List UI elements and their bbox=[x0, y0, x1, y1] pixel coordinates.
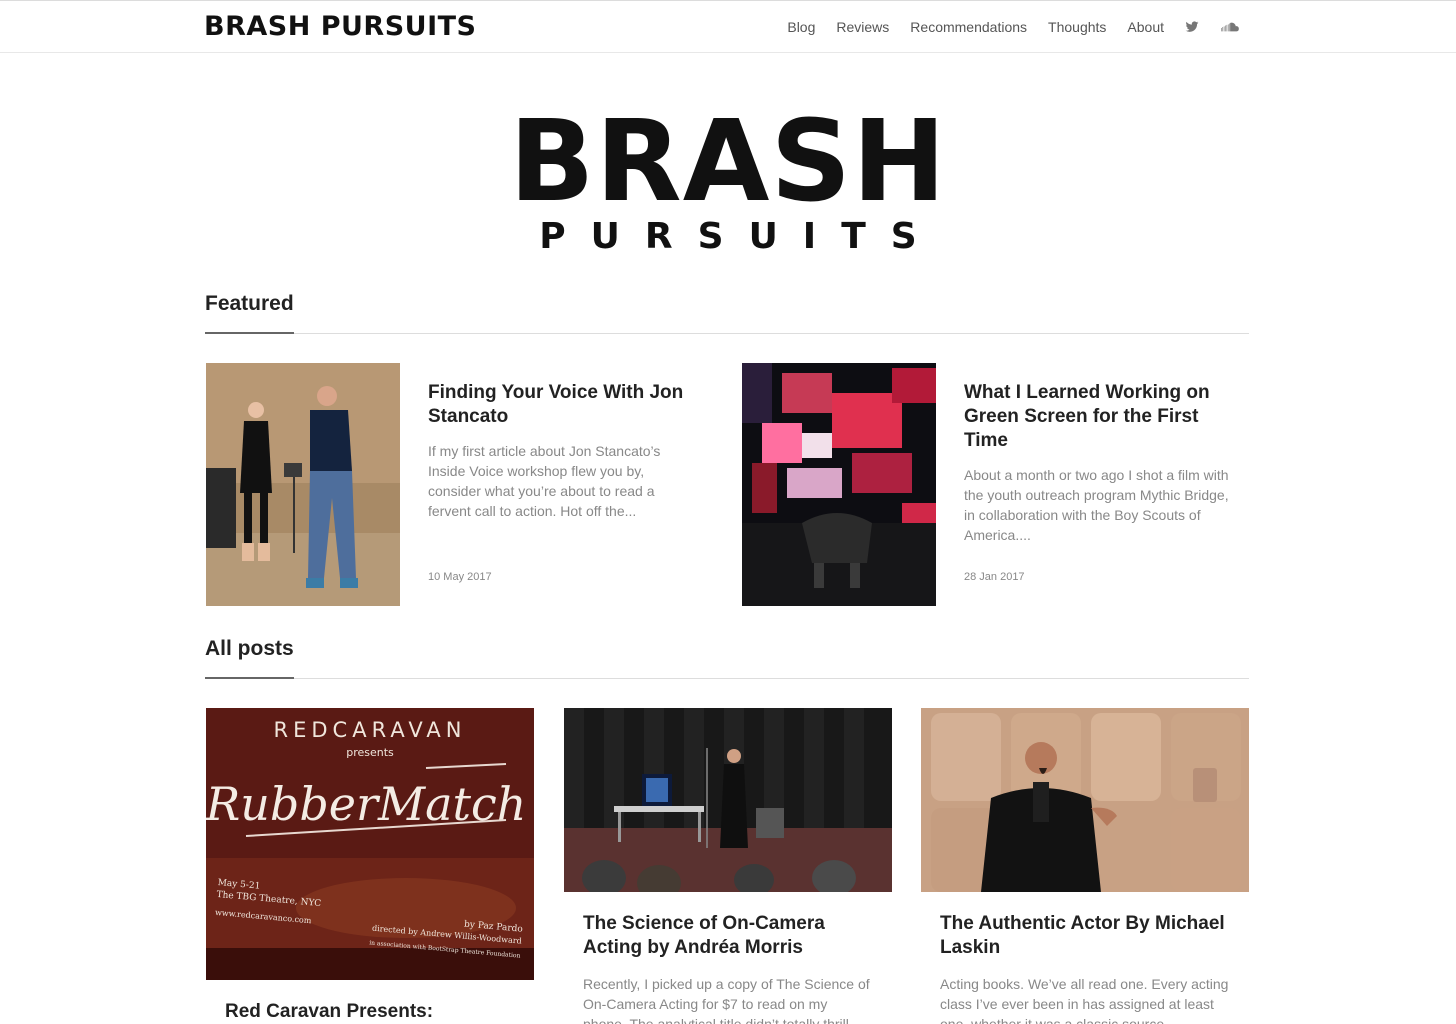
nav-item-reviews[interactable]: Reviews bbox=[836, 19, 889, 35]
featured-post-date: 10 May 2017 bbox=[428, 571, 492, 583]
featured-post-title[interactable]: What I Learned Working on Green Screen f… bbox=[964, 381, 1234, 453]
post-image[interactable]: REDCARAVAN presents RubberMatch May 5-21… bbox=[206, 708, 534, 980]
post-body: The Authentic Actor By Michael Laskin Ac… bbox=[921, 892, 1249, 1024]
nav-item-blog[interactable]: Blog bbox=[787, 19, 815, 35]
featured-post-card[interactable]: Finding Your Voice With Jon Stancato If … bbox=[206, 363, 706, 606]
main-nav: Blog Reviews Recommendations Thoughts Ab… bbox=[787, 1, 1240, 53]
post-body: Red Caravan Presents: bbox=[206, 980, 534, 1024]
brand-logo-link[interactable]: BRASH PURSUITS bbox=[204, 11, 477, 42]
featured-post-date: 28 Jan 2017 bbox=[964, 571, 1025, 583]
post-card[interactable]: The Science of On-Camera Acting by André… bbox=[564, 708, 892, 1024]
post-excerpt: Acting books. We’ve all read one. Every … bbox=[940, 976, 1229, 1024]
featured-post-excerpt: About a month or two ago I shot a film w… bbox=[964, 467, 1229, 543]
featured-post-image[interactable] bbox=[742, 363, 936, 606]
nav-item-about[interactable]: About bbox=[1127, 19, 1164, 35]
featured-heading: Featured bbox=[205, 292, 294, 334]
post-body: The Science of On-Camera Acting by André… bbox=[564, 892, 892, 1024]
poster-company: REDCARAVAN bbox=[274, 718, 467, 742]
poster-presents: presents bbox=[346, 746, 394, 759]
top-navbar: BRASH PURSUITS Blog Reviews Recommendati… bbox=[0, 0, 1456, 53]
post-title[interactable]: The Authentic Actor By Michael Laskin bbox=[940, 912, 1230, 960]
featured-post-title[interactable]: Finding Your Voice With Jon Stancato bbox=[428, 381, 698, 429]
post-card[interactable]: REDCARAVAN presents RubberMatch May 5-21… bbox=[206, 708, 534, 1024]
all-posts-heading-row: All posts bbox=[205, 637, 1249, 679]
post-card[interactable]: The Authentic Actor By Michael Laskin Ac… bbox=[921, 708, 1249, 1024]
soundcloud-icon[interactable] bbox=[1220, 20, 1240, 34]
twitter-icon[interactable] bbox=[1185, 20, 1199, 34]
all-posts-heading: All posts bbox=[205, 637, 294, 679]
featured-heading-row: Featured bbox=[205, 292, 1249, 334]
featured-post-card[interactable]: What I Learned Working on Green Screen f… bbox=[742, 363, 1242, 606]
post-image[interactable] bbox=[921, 708, 1249, 892]
nav-item-recommendations[interactable]: Recommendations bbox=[910, 19, 1027, 35]
hero-logo-title: BRASH bbox=[509, 97, 947, 227]
post-title[interactable]: The Science of On-Camera Acting by André… bbox=[583, 912, 873, 960]
post-title[interactable]: Red Caravan Presents: bbox=[225, 1000, 515, 1024]
hero-logo: BRASH PURSUITS bbox=[0, 97, 1456, 257]
featured-post-image[interactable] bbox=[206, 363, 400, 606]
nav-item-thoughts[interactable]: Thoughts bbox=[1048, 19, 1106, 35]
featured-post-excerpt: If my first article about Jon Stancato’s… bbox=[428, 443, 661, 519]
featured-post-body: What I Learned Working on Green Screen f… bbox=[964, 381, 1234, 545]
hero-logo-subtitle: PURSUITS bbox=[539, 216, 942, 257]
post-image[interactable] bbox=[564, 708, 892, 892]
poster-show-title: RubberMatch bbox=[206, 777, 526, 831]
featured-post-body: Finding Your Voice With Jon Stancato If … bbox=[428, 381, 698, 521]
post-excerpt: Recently, I picked up a copy of The Scie… bbox=[583, 976, 870, 1024]
